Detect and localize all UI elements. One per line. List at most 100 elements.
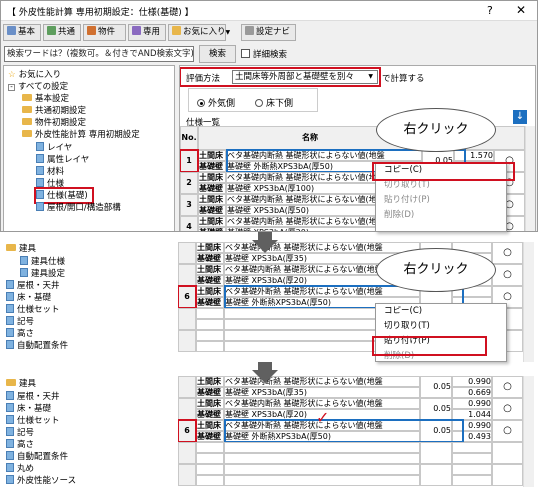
spec-name-floor[interactable] (224, 464, 420, 475)
title-bar: 【 外皮性能計算 専用初期設定：仕様(基礎) 】 ? ✕ (1, 1, 537, 21)
search-input[interactable]: 検索ワードは？(複数可。＆付きでAND検索文字) (4, 46, 194, 62)
tree-item-label: 建具 (19, 379, 37, 389)
favorites-dropdown[interactable]: お気に入り▼ (168, 24, 230, 41)
value-psi: 0.05 (420, 398, 452, 420)
tree-item[interactable]: 共通初期設定 (22, 106, 86, 117)
vertical-scrollbar-step3[interactable] (523, 376, 534, 487)
row-type-floor: 土間床 (198, 150, 226, 161)
expand-icon[interactable]: - (8, 84, 15, 91)
row-type-wall: 基礎壁 (196, 387, 224, 398)
tree-item[interactable]: 外皮性能計算 専用初期設定 (22, 130, 140, 141)
tree-item-label: 高さ (17, 329, 35, 339)
spec-name-wall[interactable] (224, 453, 420, 464)
row-number (178, 464, 196, 486)
row-radio[interactable]: ○ (492, 264, 523, 286)
tree-item[interactable]: 外皮性能ソース (6, 475, 76, 486)
tree-item[interactable]: 屋根・天井 (6, 280, 60, 291)
row-number (178, 308, 196, 330)
tab-basic[interactable]: 基本 (3, 24, 41, 41)
tree-item[interactable]: レイヤ (36, 142, 72, 153)
tree-item[interactable]: 自動配置条件 (6, 340, 68, 351)
row-type-wall: 基礎壁 (196, 409, 224, 420)
detail-search-checkbox[interactable]: 詳細検索 (241, 48, 287, 60)
row-type-wall: 基礎壁 (198, 161, 226, 172)
row-radio[interactable] (492, 464, 523, 486)
row-type-floor (196, 308, 224, 319)
vertical-scrollbar[interactable] (525, 126, 535, 231)
tab-common[interactable]: 共通 (43, 24, 81, 41)
vertical-scrollbar-step2[interactable] (523, 242, 534, 362)
tree-item[interactable]: 建具設定 (20, 268, 65, 279)
row-type-wall (196, 475, 224, 486)
tree-item-label: 高さ (17, 440, 35, 450)
tree-item[interactable]: 屋根・天井 (6, 391, 60, 402)
tree-item[interactable]: 建具仕様 (20, 256, 65, 267)
spec-name-wall[interactable]: 基礎壁 XPS3bA(厚35) (224, 387, 420, 398)
step-arrow-2 (252, 370, 278, 383)
radio-outer[interactable]: 外気側 (197, 96, 235, 109)
row-type-wall (196, 319, 224, 330)
tree-item[interactable]: 物件初期設定 (22, 118, 86, 129)
tree-item[interactable]: 属性レイヤ (36, 154, 89, 165)
download-icon[interactable]: ↓ (513, 110, 527, 124)
navi-icon (245, 26, 254, 35)
tab-dedicated[interactable]: 専用 (128, 24, 166, 41)
tree-item[interactable]: - すべての設定 (8, 82, 68, 93)
tab-property[interactable]: 物件 (83, 24, 126, 41)
document-icon (6, 415, 14, 424)
document-icon (6, 391, 14, 400)
window-title: 【 外皮性能計算 専用初期設定：仕様(基礎) 】 (7, 8, 194, 18)
tree-item[interactable]: ☆ お気に入り (8, 70, 61, 81)
paste-checkmark-icon: ✓ (316, 408, 330, 427)
help-icon[interactable]: ? (487, 4, 493, 17)
tree-item-label: 丸め (17, 464, 35, 474)
tree-item[interactable]: 記号 (6, 316, 34, 327)
row-radio[interactable] (492, 442, 523, 464)
value-psi (420, 442, 452, 464)
document-icon (20, 256, 28, 265)
radio-under[interactable]: 床下側 (255, 96, 293, 109)
row-number (178, 398, 196, 420)
row-radio[interactable]: ○ (492, 376, 523, 398)
row-number: 2 (180, 172, 198, 194)
context-menu-item[interactable]: 削除(D) (376, 208, 506, 223)
basic-icon (7, 26, 16, 35)
tree-item[interactable]: 建具 (6, 244, 36, 255)
tree-item[interactable]: 自動配置条件 (6, 451, 68, 462)
tree-item[interactable]: 床・基礎 (6, 292, 51, 303)
document-icon (36, 202, 44, 211)
tree-item[interactable]: 記号 (6, 427, 34, 438)
spec-name-floor[interactable] (224, 442, 420, 453)
context-menu-item[interactable]: コピー(C) (376, 304, 506, 319)
row-number-highlight (178, 285, 197, 309)
row-radio[interactable]: ○ (492, 398, 523, 420)
tree-item[interactable]: 高さ (6, 439, 34, 450)
row-number-highlight (178, 419, 197, 443)
row-type-wall: 基礎壁 (198, 183, 226, 194)
row-number-highlight (180, 149, 199, 173)
close-icon[interactable]: ✕ (516, 3, 526, 17)
tree-item[interactable]: 丸め (6, 463, 34, 474)
tree-item[interactable]: 材料 (36, 166, 64, 177)
context-menu-item[interactable]: 切り取り(T) (376, 319, 506, 334)
tree-item[interactable]: 仕様セット (6, 415, 60, 426)
tree-item[interactable]: 仕様セット (6, 304, 60, 315)
value-u2 (452, 453, 492, 464)
row-number (178, 242, 196, 264)
tree-item[interactable]: 床・基礎 (6, 403, 51, 414)
folder-icon (22, 118, 32, 125)
tree-item[interactable]: 屋根/開口/構造部構 (36, 202, 121, 213)
row-radio[interactable]: ○ (492, 242, 523, 264)
document-icon (6, 463, 14, 472)
tree-item[interactable]: 高さ (6, 328, 34, 339)
tree-item-label: 仕様セット (17, 305, 60, 315)
context-menu-item[interactable]: 貼り付け(P) (376, 193, 506, 208)
tree-item[interactable]: 基本設定 (22, 94, 69, 105)
row-type-wall: 基礎壁 (196, 431, 224, 442)
value-psi (420, 464, 452, 486)
settings-navi-button[interactable]: 設定ナビ (241, 24, 296, 41)
row-radio[interactable]: ○ (492, 420, 523, 442)
tree-item[interactable]: 建具 (6, 379, 36, 390)
spec-name-wall[interactable] (224, 475, 420, 486)
search-button[interactable]: 検索 (199, 45, 236, 63)
